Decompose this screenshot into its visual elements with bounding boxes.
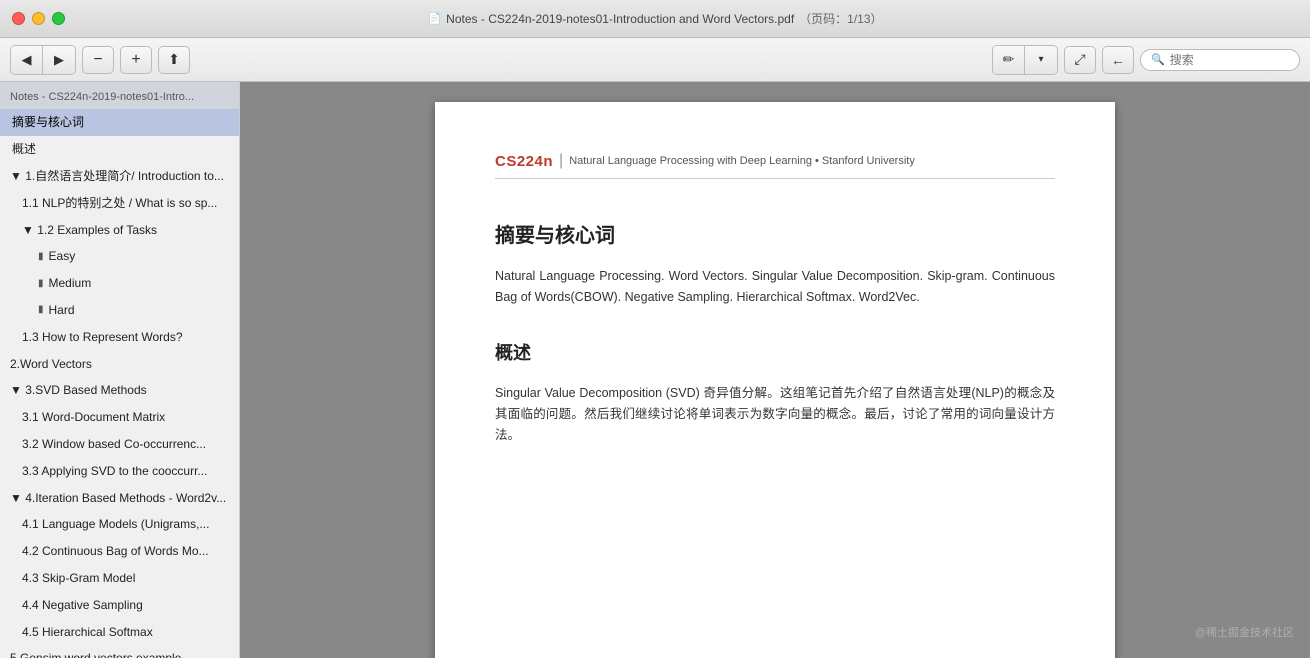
- sidebar-item-section4-5[interactable]: 4.5 Hierarchical Softmax: [0, 619, 239, 646]
- pdf-area: CS224n | Natural Language Processing wit…: [240, 82, 1310, 658]
- sidebar-item-section3-1[interactable]: 3.1 Word-Document Matrix: [0, 404, 239, 431]
- sidebar-item-overview[interactable]: 概述: [0, 136, 239, 163]
- pdf-file-icon: 📄: [427, 12, 441, 25]
- sidebar-item-section1-1[interactable]: 1.1 NLP的特别之处 / What is so sp...: [0, 190, 239, 217]
- sidebar-header: Notes - CS224n-2019-notes01-Intro...: [0, 82, 239, 109]
- sidebar-item-section5[interactable]: 5.Gensim word vectors example: [0, 645, 239, 658]
- search-icon: 🔍: [1151, 53, 1165, 66]
- pdf-header-divider: |: [559, 152, 563, 170]
- sidebar-item-hard[interactable]: ▮Hard: [0, 297, 239, 324]
- pdf-header: CS224n | Natural Language Processing wit…: [495, 152, 1055, 179]
- sidebar-item-section1-3[interactable]: 1.3 How to Represent Words?: [0, 324, 239, 351]
- main-container: Notes - CS224n-2019-notes01-Intro... 摘要与…: [0, 82, 1310, 658]
- search-input[interactable]: [1170, 53, 1289, 67]
- bullet-icon-hard: ▮: [38, 303, 44, 317]
- zoom-in-button[interactable]: +: [120, 46, 152, 74]
- zoom-out-button[interactable]: −: [82, 46, 114, 74]
- close-button[interactable]: [12, 12, 25, 25]
- pdf-section2-body: Singular Value Decomposition (SVD) 奇异值分解…: [495, 383, 1055, 447]
- sidebar-item-section4-2[interactable]: 4.2 Continuous Bag of Words Mo...: [0, 538, 239, 565]
- window-title: 📄 Notes - CS224n-2019-notes01-Introducti…: [427, 10, 882, 27]
- annotate-dropdown-button[interactable]: ▾: [1025, 46, 1057, 74]
- search-box[interactable]: 🔍: [1140, 49, 1300, 71]
- forward-nav-button[interactable]: ▶: [43, 46, 75, 74]
- minimize-button[interactable]: [32, 12, 45, 25]
- sidebar-item-section2[interactable]: 2.Word Vectors: [0, 351, 239, 378]
- sidebar-item-abstract[interactable]: 摘要与核心词: [0, 109, 239, 136]
- navigate-back-button[interactable]: ←: [1102, 46, 1134, 74]
- traffic-lights: [12, 12, 65, 25]
- fullscreen-button[interactable]: ⤢: [1064, 46, 1096, 74]
- pdf-section2-title: 概述: [495, 339, 1055, 365]
- sidebar-item-section4-3[interactable]: 4.3 Skip-Gram Model: [0, 565, 239, 592]
- sidebar-item-easy[interactable]: ▮Easy: [0, 243, 239, 270]
- pdf-header-subtitle: Natural Language Processing with Deep Le…: [569, 155, 915, 167]
- pdf-brand: CS224n: [495, 153, 553, 170]
- annotate-button[interactable]: ✏: [993, 46, 1025, 74]
- sidebar-item-section4-4[interactable]: 4.4 Negative Sampling: [0, 592, 239, 619]
- bullet-icon-easy: ▮: [38, 250, 44, 264]
- sidebar-item-section3[interactable]: ▼ 3.SVD Based Methods: [0, 377, 239, 404]
- navigation-group: ◀ ▶: [10, 45, 76, 75]
- toolbar: ◀ ▶ − + ⬆ ✏ ▾ ⤢ ← 🔍: [0, 38, 1310, 82]
- sidebar-item-section3-2[interactable]: 3.2 Window based Co-occurrenc...: [0, 431, 239, 458]
- pdf-section1-body: Natural Language Processing. Word Vector…: [495, 266, 1055, 309]
- sidebar: Notes - CS224n-2019-notes01-Intro... 摘要与…: [0, 82, 240, 658]
- annotate-group: ✏ ▾: [992, 45, 1058, 75]
- bullet-icon-medium: ▮: [38, 277, 44, 291]
- pdf-page: CS224n | Natural Language Processing wit…: [435, 102, 1115, 658]
- back-nav-button[interactable]: ◀: [11, 46, 43, 74]
- share-button[interactable]: ⬆: [158, 46, 190, 74]
- sidebar-item-section1[interactable]: ▼ 1.自然语言处理简介/ Introduction to...: [0, 163, 239, 190]
- sidebar-item-section4[interactable]: ▼ 4.Iteration Based Methods - Word2v...: [0, 485, 239, 512]
- sidebar-item-medium[interactable]: ▮Medium: [0, 270, 239, 297]
- sidebar-item-section3-3[interactable]: 3.3 Applying SVD to the cooccurr...: [0, 458, 239, 485]
- sidebar-item-section1-2[interactable]: ▼ 1.2 Examples of Tasks: [0, 217, 239, 244]
- maximize-button[interactable]: [52, 12, 65, 25]
- pdf-section1-title: 摘要与核心词: [495, 219, 1055, 248]
- toolbar-right: ✏ ▾ ⤢ ← 🔍: [992, 45, 1300, 75]
- titlebar: 📄 Notes - CS224n-2019-notes01-Introducti…: [0, 0, 1310, 38]
- sidebar-item-section4-1[interactable]: 4.1 Language Models (Unigrams,...: [0, 511, 239, 538]
